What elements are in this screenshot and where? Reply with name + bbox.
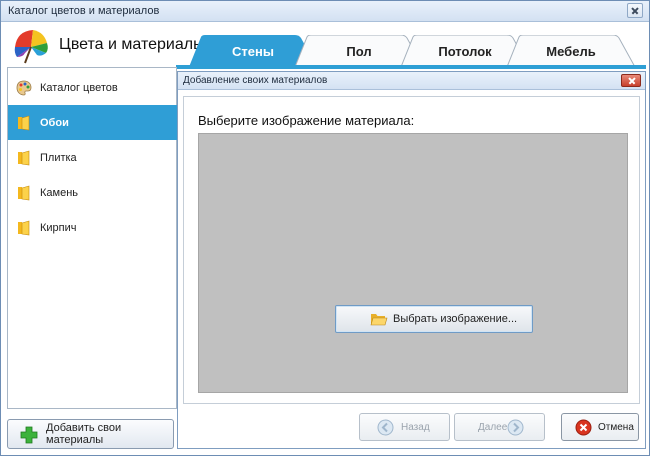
cancel-label: Отмена [598, 421, 634, 433]
folder-icon [18, 115, 30, 130]
sidebar-item-label: Плитка [40, 151, 77, 164]
tab-furniture-label: Мебель [546, 43, 596, 59]
tab-walls-label: Стены [232, 43, 274, 59]
sidebar-item-tile[interactable]: Плитка [8, 140, 176, 175]
dialog-content: Выберите изображение материала: Выбрать … [183, 96, 640, 404]
image-preview-area: Выбрать изображение... [198, 133, 628, 393]
sidebar-item-label: Кирпич [40, 221, 77, 234]
arrow-left-icon [377, 419, 394, 436]
folder-icon [18, 150, 30, 165]
add-materials-dialog: Добавление своих материалов Выберите изо… [177, 71, 646, 449]
back-label: Назад [401, 421, 430, 433]
plus-icon [20, 426, 38, 444]
sidebar: Каталог цветов Обои Плитка Камень Кирпич [7, 67, 186, 409]
sidebar-item-label: Обои [40, 116, 69, 129]
folder-icon [18, 220, 30, 235]
umbrella-logo-icon [14, 30, 48, 64]
cancel-icon [575, 419, 592, 436]
tab-ceiling-label: Потолок [438, 43, 492, 59]
sidebar-item-label: Каталог цветов [40, 81, 118, 94]
add-materials-label: Добавить свои материалы [46, 422, 122, 446]
palette-icon [16, 80, 32, 95]
sidebar-item-color-catalog[interactable]: Каталог цветов [8, 70, 176, 105]
tab-strip [176, 65, 646, 69]
select-image-prompt: Выберите изображение материала: [198, 113, 415, 128]
app-header-title: Цвета и материалы [59, 36, 205, 53]
dialog-close-button[interactable] [621, 74, 641, 87]
sidebar-item-wallpaper[interactable]: Обои [8, 105, 186, 140]
next-label: Далее [478, 421, 508, 433]
sidebar-item-brick[interactable]: Кирпич [8, 210, 176, 245]
window-close-button[interactable] [627, 3, 643, 18]
dialog-titlebar: Добавление своих материалов [178, 72, 645, 90]
add-materials-button[interactable]: Добавить свои материалы [7, 419, 174, 449]
main-window: Каталог цветов и материалов Цвета и мате… [0, 0, 650, 456]
window-title: Каталог цветов и материалов [8, 5, 160, 17]
choose-image-button[interactable]: Выбрать изображение... [335, 305, 533, 333]
arrow-right-icon [507, 419, 524, 436]
window-titlebar: Каталог цветов и материалов [1, 1, 649, 22]
tab-furniture[interactable]: Мебель [507, 35, 635, 67]
sidebar-item-stone[interactable]: Камень [8, 175, 176, 210]
sidebar-item-label: Камень [40, 186, 79, 199]
open-folder-icon [370, 314, 388, 326]
choose-image-label: Выбрать изображение... [393, 313, 518, 325]
next-button[interactable]: Далее [454, 413, 545, 441]
back-button[interactable]: Назад [359, 413, 450, 441]
dialog-title: Добавление своих материалов [183, 75, 328, 86]
folder-icon [18, 185, 30, 200]
cancel-button[interactable]: Отмена [561, 413, 639, 441]
tab-floor-label: Пол [346, 43, 372, 59]
